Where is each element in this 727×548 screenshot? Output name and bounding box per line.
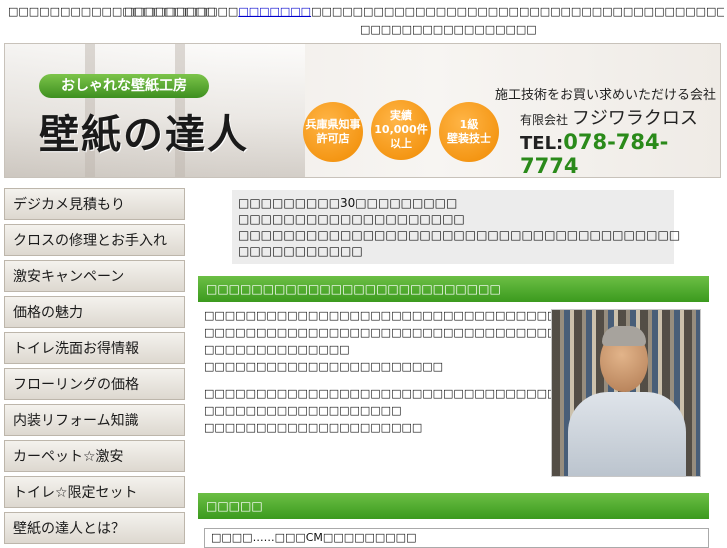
company-tagline: 施工技術をお買い求めいただける会社 bbox=[495, 88, 717, 103]
body-line: □□□□□□□□□□□□□□□□□□□ bbox=[204, 404, 402, 417]
nav-item-reform[interactable]: 内装リフォーム知識 bbox=[4, 404, 185, 436]
top-bar-right-suffix: □□□□□□□□□□□□□□□□□□□□□□□□□□□□□□□□□□□□□□□□… bbox=[311, 5, 724, 18]
body-line: □□□□□□□□□□□□□□□□□□□□□□□□□□□□□□□□□□□□□ bbox=[204, 309, 589, 322]
badge-certified: 1級 壁装技士 bbox=[439, 102, 499, 162]
nav-item-carpet[interactable]: カーペット☆激安 bbox=[4, 440, 185, 472]
company-name: 有限会社 フジワラクロス bbox=[520, 104, 698, 130]
section-body: □□□□□□□□□□□□□□□□□□□□□□□□□□□□□□□□□□□□□ □□… bbox=[204, 307, 672, 436]
sidebar-nav: デジカメ見積もり クロスの修理とお手入れ 激安キャンペーン 価格の魅力 トイレ洗… bbox=[4, 188, 185, 548]
owner-hair bbox=[602, 326, 646, 346]
top-bar-right-prefix: □□□□□□□□□□□ bbox=[124, 5, 239, 18]
top-bar: □□□□□□□□□□□□□□□□□□□□ □□□□□□□□□□□□□□□□□□□… bbox=[0, 0, 727, 42]
nav-item-repair[interactable]: クロスの修理とお手入れ bbox=[4, 224, 185, 256]
body-line: □□□□□□□□□□□□□□□□□□□□□ bbox=[204, 421, 423, 434]
top-bar-sub-text: □□□□□□□□□□□□□□□□□ bbox=[360, 23, 537, 36]
nav-item-about[interactable]: 壁紙の達人とは？ bbox=[4, 512, 185, 544]
site-logo[interactable]: 壁紙の達人 bbox=[39, 102, 249, 160]
body-line: □□□□□□□□□□□□□□□□□□□□□□□□□□□□□□□□□□□□□□□□… bbox=[204, 326, 672, 339]
phone-number[interactable]: TEL:078-784-7774 bbox=[520, 130, 720, 177]
top-bar-link[interactable]: □□□□□□□ bbox=[238, 5, 311, 18]
news-heading: □□□□□ bbox=[198, 493, 709, 519]
company-title: フジワラクロス bbox=[571, 108, 698, 129]
nav-item-flooring[interactable]: フローリングの価格 bbox=[4, 368, 185, 400]
intro-box: □□□□□□□□□30□□□□□□□□□ □□□□□□□□□□□□□□□□□□□… bbox=[232, 190, 681, 264]
nav-item-toilet-info[interactable]: トイレ洗面お得情報 bbox=[4, 332, 185, 364]
header-banner: おしゃれな壁紙工房 壁紙の達人 兵庫県知事 許可店 実績 10,000件 以上 … bbox=[4, 43, 721, 178]
body-line: □□□□□□□□□□□□□□□□□□□□□□□ bbox=[204, 360, 444, 373]
body-line: □□□□□□□□□□□□□□ bbox=[204, 343, 350, 356]
badge-license: 兵庫県知事 許可店 bbox=[303, 102, 363, 162]
company-prefix: 有限会社 bbox=[520, 113, 569, 127]
tel-label: TEL: bbox=[520, 133, 564, 154]
badge-record: 実績 10,000件 以上 bbox=[371, 100, 431, 160]
intro-line: □□□□□□□□□□□□□□□□□□□□□□□□□□□□□□□□□□□□□□□ bbox=[238, 228, 681, 242]
top-bar-left-text: □□□□□□□□□□□□□□□□□□□□ bbox=[8, 5, 216, 18]
intro-line: □□□□□□□□□30□□□□□□□□□ bbox=[238, 196, 458, 210]
nav-item-digicam[interactable]: デジカメ見積もり bbox=[4, 188, 185, 220]
owner-shirt bbox=[568, 392, 686, 476]
news-item[interactable]: □□□□……□□□CM□□□□□□□□□ bbox=[204, 528, 709, 548]
body-line: □□□□□□□□□□□□□□□□□□□□□□□□□□□□□□□□□□□□□□□□… bbox=[204, 387, 631, 400]
owner-photo bbox=[551, 309, 701, 477]
intro-line: □□□□□□□□□□□□□□□□□□□□ bbox=[238, 212, 465, 226]
top-bar-right-text: □□□□□□□□□□□□□□□□□□□□□□□□□□□□□□□□□□□□□□□□… bbox=[124, 4, 724, 20]
intro-line: □□□□□□□□□□□ bbox=[238, 244, 363, 258]
nav-item-campaign[interactable]: 激安キャンペーン bbox=[4, 260, 185, 292]
nav-item-price[interactable]: 価格の魅力 bbox=[4, 296, 185, 328]
tagline-pill: おしゃれな壁紙工房 bbox=[39, 74, 209, 98]
section-heading: □□□□□□□□□□□□□□□□□□□□□□□□□□ bbox=[198, 276, 709, 302]
nav-item-toilet-set[interactable]: トイレ☆限定セット bbox=[4, 476, 185, 508]
